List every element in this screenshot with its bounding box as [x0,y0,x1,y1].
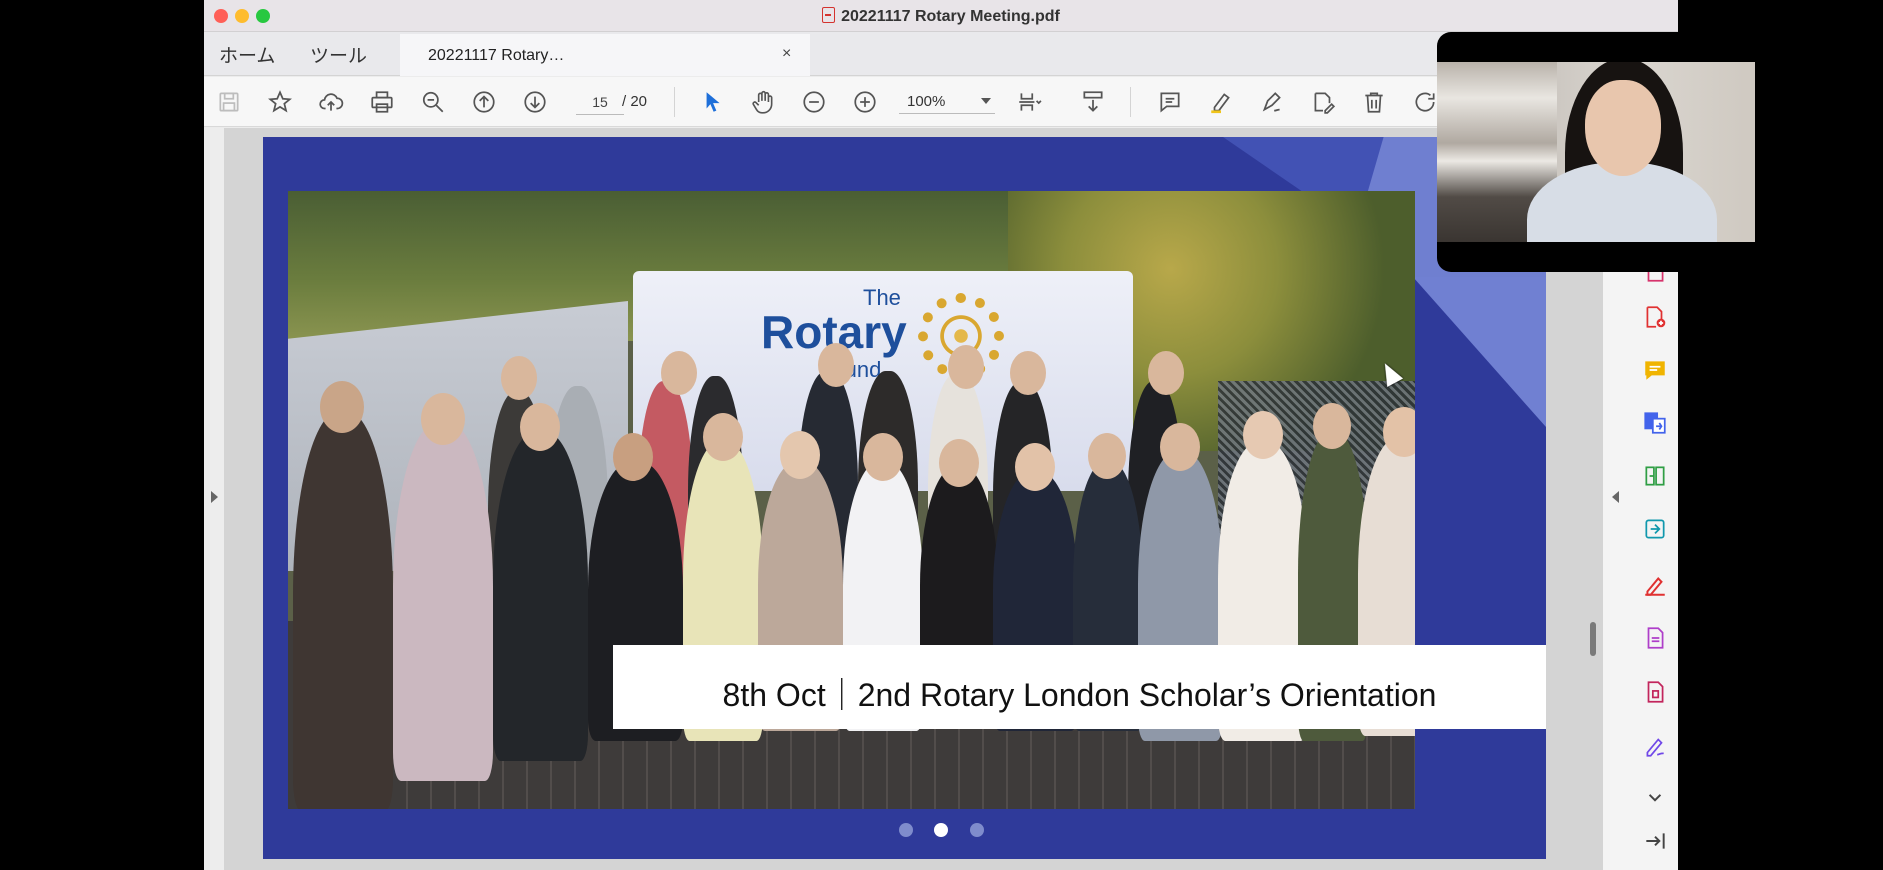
screen: 20221117 Rotary Meeting.pdf ホーム ツール 2022… [0,0,1883,870]
carousel-dot [899,823,913,837]
person-head [863,433,903,481]
person [293,411,393,809]
slide-decoration [1413,277,1546,427]
person-head [948,345,984,389]
save-icon[interactable] [214,87,244,117]
tab-tools[interactable]: ツール [310,41,367,68]
cloud-upload-icon[interactable] [316,87,346,117]
scroll-mode-icon[interactable] [1078,87,1108,117]
people-group [288,343,1415,809]
zoom-value: 100% [907,93,946,110]
scan-icon[interactable] [1640,514,1670,544]
toolbar-divider [1130,87,1131,117]
page-number-input[interactable] [576,89,624,115]
person-head [1160,423,1200,471]
toolbar-divider [674,87,675,117]
rotate-icon[interactable] [1410,87,1440,117]
video-call-overlay[interactable] [1437,32,1755,272]
print-icon[interactable] [367,87,397,117]
combine-files-icon[interactable] [1640,408,1670,438]
zoom-search-icon[interactable] [418,87,448,117]
fill-sign-icon[interactable] [1640,570,1670,600]
person-head [661,351,697,395]
create-pdf-icon[interactable] [1640,302,1670,332]
person-head [520,403,560,451]
window-title-text: 20221117 Rotary Meeting.pdf [841,8,1060,25]
person-head [1088,433,1126,479]
page-up-icon[interactable] [469,87,499,117]
compress-icon[interactable] [1640,677,1670,707]
person-head [818,343,854,387]
pdf-file-icon [822,7,836,23]
edit-pdf-icon[interactable] [1640,623,1670,653]
person-head [703,413,743,461]
organize-pages-icon[interactable] [1640,461,1670,491]
page-down-icon[interactable] [520,87,550,117]
person [393,421,493,781]
draw-icon[interactable] [1257,87,1287,117]
expand-panel-icon[interactable] [1640,826,1670,856]
scrollbar-thumb[interactable] [1590,622,1596,656]
chevron-right-icon [211,491,218,503]
star-icon[interactable] [265,87,295,117]
select-pointer-icon[interactable] [697,87,727,117]
hand-icon[interactable] [748,87,778,117]
comment-tool-icon[interactable] [1640,355,1670,385]
tab-document[interactable]: 20221117 Rotary… × [400,34,810,76]
slide-caption: 8th Oct｜2nd Rotary London Scholar’s Orie… [722,677,1437,713]
chevron-left-icon[interactable] [1612,491,1619,503]
left-panel-toggle[interactable] [204,128,224,870]
person-head [1015,443,1055,491]
participant-face [1585,80,1661,176]
delete-icon[interactable] [1359,87,1389,117]
sign-icon[interactable] [1640,731,1670,761]
tab-document-label: 20221117 Rotary… [428,47,565,64]
person-head [1313,403,1351,449]
tab-close-icon[interactable]: × [782,45,791,63]
person [493,431,588,761]
more-chevron-icon[interactable] [1640,782,1670,812]
edit-text-icon[interactable] [1308,87,1338,117]
zoom-in-icon[interactable] [850,87,880,117]
person-head [1243,411,1283,459]
person-head [1010,351,1046,395]
highlight-icon[interactable] [1206,87,1236,117]
person-head [939,439,979,487]
person-head [1148,351,1184,395]
carousel-dot-active [934,823,948,837]
participant-video [1437,62,1755,242]
page-layout-icon[interactable] [1014,87,1044,117]
zoom-out-icon[interactable] [799,87,829,117]
person-head [780,431,820,479]
comment-icon[interactable] [1155,87,1185,117]
title-bar: 20221117 Rotary Meeting.pdf [204,0,1678,32]
tab-home[interactable]: ホーム [219,41,275,68]
slide-caption-box: 8th Oct｜2nd Rotary London Scholar’s Orie… [613,645,1546,729]
chevron-down-icon [981,98,991,104]
person-head [320,381,364,433]
person-head [501,356,537,400]
page-total: / 20 [622,93,648,110]
window-title: 20221117 Rotary Meeting.pdf [204,7,1678,26]
person-head [421,393,465,445]
carousel-dot [970,823,984,837]
zoom-select[interactable]: 100% [899,90,995,114]
pdf-page-slide: The Rotary Found [263,137,1546,859]
person-head [613,433,653,481]
